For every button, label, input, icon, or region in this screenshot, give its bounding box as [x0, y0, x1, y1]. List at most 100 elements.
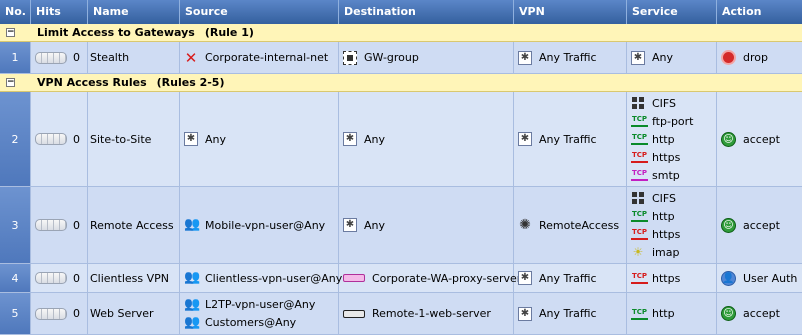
column-header-service[interactable]: Service — [627, 0, 717, 24]
any-icon: ✱ — [518, 271, 532, 285]
service-item[interactable]: TCP https — [631, 269, 716, 287]
section-header[interactable]: − VPN Access Rules (Rules 2-5) — [0, 74, 802, 92]
destination-item[interactable]: ✱ Any — [343, 130, 513, 148]
any-icon: ✱ — [184, 132, 198, 146]
table-row[interactable]: 4 0 Clientless VPN 👥 Clientless-vpn-user@Any… — [0, 264, 802, 293]
table-row[interactable]: 3 0 Remote Access 👥 Mobile-vpn-user@Any ✱ Any ✺… — [0, 187, 802, 264]
vpn-item[interactable]: ✱ Any Traffic — [518, 305, 626, 323]
cell-service: ✱ Any — [627, 42, 717, 73]
action-item[interactable]: 👤 User Auth — [721, 269, 802, 287]
column-header-name[interactable]: Name — [88, 0, 180, 24]
action-item[interactable]: drop — [721, 49, 802, 67]
service-item[interactable]: TCP https — [631, 225, 716, 243]
udp-icon: ☀ — [632, 245, 644, 259]
source-item[interactable]: 👥 Clientless-vpn-user@Any — [184, 269, 342, 287]
rule-name[interactable]: Remote Access — [90, 219, 179, 232]
vpn-item[interactable]: ✱ Any Traffic — [518, 269, 626, 287]
action-item[interactable]: ☺ accept — [721, 305, 802, 323]
cell-vpn: ✱ Any Traffic — [514, 42, 627, 73]
cell-source: ✱ Any — [180, 92, 339, 186]
service-item-label: CIFS — [652, 191, 677, 205]
rule-name[interactable]: Site-to-Site — [90, 133, 179, 146]
rule-name[interactable]: Clientless VPN — [90, 272, 179, 285]
section-header[interactable]: − Limit Access to Gateways (Rule 1) — [0, 24, 802, 42]
hit-meter-icon — [35, 219, 67, 231]
service-item[interactable]: CIFS — [631, 189, 716, 207]
any-icon: ✱ — [343, 218, 357, 232]
section-rule-range: (Rule 1) — [204, 26, 254, 39]
any-icon: ✱ — [518, 50, 532, 65]
hit-count: 0 — [35, 133, 87, 146]
cell-hits: 0 — [31, 264, 88, 292]
tcp-green-icon: TCP — [631, 210, 648, 222]
hit-count-value: 0 — [73, 218, 80, 232]
vpn-item[interactable]: ✱ Any Traffic — [518, 130, 626, 148]
service-item[interactable]: CIFS — [631, 94, 716, 112]
hit-count: 0 — [35, 307, 87, 320]
source-item[interactable]: ✕ Corporate-internal-net — [184, 49, 338, 67]
column-header-action[interactable]: Action — [717, 0, 802, 24]
source-item[interactable]: 👥 Mobile-vpn-user@Any — [184, 216, 338, 234]
destination-item-label: Corporate-WA-proxy-server — [372, 271, 522, 285]
source-item[interactable]: 👥 Customers@Any — [184, 314, 338, 332]
column-header-hits[interactable]: Hits — [31, 0, 88, 24]
cell-hits: 0 — [31, 187, 88, 263]
action-item-label: User Auth — [743, 271, 798, 285]
cell-no: 5 — [0, 293, 31, 334]
source-item[interactable]: ✱ Any — [184, 130, 338, 148]
action-item[interactable]: ☺ accept — [721, 130, 802, 148]
destination-item-label: Any — [364, 132, 386, 146]
service-item[interactable]: ✱ Any — [631, 49, 716, 67]
collapse-toggle-icon[interactable]: − — [6, 28, 15, 37]
column-header-vpn[interactable]: VPN — [514, 0, 627, 24]
hit-meter-icon — [35, 307, 67, 320]
service-item[interactable]: ☀ imap — [631, 243, 716, 261]
hit-count: 0 — [35, 51, 87, 64]
source-item-label: Any — [205, 132, 227, 146]
tcp-red-icon: TCP — [631, 228, 648, 240]
cell-name: Site-to-Site — [88, 92, 180, 186]
cell-vpn: ✺ RemoteAccess — [514, 187, 627, 263]
destination-item[interactable]: Corporate-WA-proxy-server — [343, 269, 521, 287]
tcp-red-icon: TCP — [631, 272, 648, 284]
table-row[interactable]: 1 0 Stealth ✕ Corporate-internal-net GW-group… — [0, 42, 802, 74]
service-item[interactable]: TCP http — [631, 130, 716, 148]
tcp-green-icon: TCP — [631, 115, 648, 127]
collapse-toggle-icon[interactable]: − — [6, 78, 15, 87]
cell-service: CIFS TCP ftp-port TCP http TCP https TCP smtp — [627, 92, 717, 186]
action-item[interactable]: ☺ accept — [721, 216, 802, 234]
service-item[interactable]: TCP http — [631, 305, 716, 323]
service-item-label: ftp-port — [652, 114, 694, 128]
cell-action: ☺ accept — [717, 293, 802, 334]
cell-action: 👤 User Auth — [717, 264, 802, 292]
table-row[interactable]: 2 0 Site-to-Site ✱ Any ✱ Any ✱ Any Traffic CIFS TC… — [0, 92, 802, 187]
service-group-icon — [631, 191, 645, 205]
cell-hits: 0 — [31, 293, 88, 334]
tcp-purple-icon: TCP — [631, 169, 648, 181]
vpn-item[interactable]: ✺ RemoteAccess — [518, 216, 626, 234]
user-group-icon: 👥 — [184, 217, 201, 232]
any-icon: ✱ — [631, 50, 645, 65]
service-item[interactable]: TCP http — [631, 207, 716, 225]
column-header-source[interactable]: Source — [180, 0, 339, 24]
destination-item[interactable]: ✱ Any — [343, 216, 513, 234]
hit-count: 0 — [35, 219, 87, 232]
cell-service: TCP https — [627, 264, 717, 292]
source-item[interactable]: 👥 L2TP-vpn-user@Any — [184, 296, 338, 314]
column-header-no[interactable]: No. — [0, 0, 31, 24]
rule-name[interactable]: Web Server — [90, 307, 179, 320]
service-item[interactable]: TCP https — [631, 148, 716, 166]
table-row[interactable]: 5 0 Web Server 👥 L2TP-vpn-user@Any 👥 Customers… — [0, 293, 802, 335]
accept-icon: ☺ — [721, 306, 736, 321]
service-item[interactable]: TCP ftp-port — [631, 112, 716, 130]
table-header: No. Hits Name Source Destination VPN Ser… — [0, 0, 802, 24]
rule-name[interactable]: Stealth — [90, 51, 179, 64]
destination-item[interactable]: Remote-1-web-server — [343, 305, 513, 323]
column-header-destination[interactable]: Destination — [339, 0, 514, 24]
destination-item[interactable]: GW-group — [343, 49, 513, 67]
service-item[interactable]: TCP smtp — [631, 166, 716, 184]
vpn-item-label: RemoteAccess — [539, 218, 620, 232]
service-item-label: Any — [652, 51, 674, 64]
user-group-icon: 👥 — [184, 270, 201, 285]
vpn-item[interactable]: ✱ Any Traffic — [518, 49, 626, 67]
